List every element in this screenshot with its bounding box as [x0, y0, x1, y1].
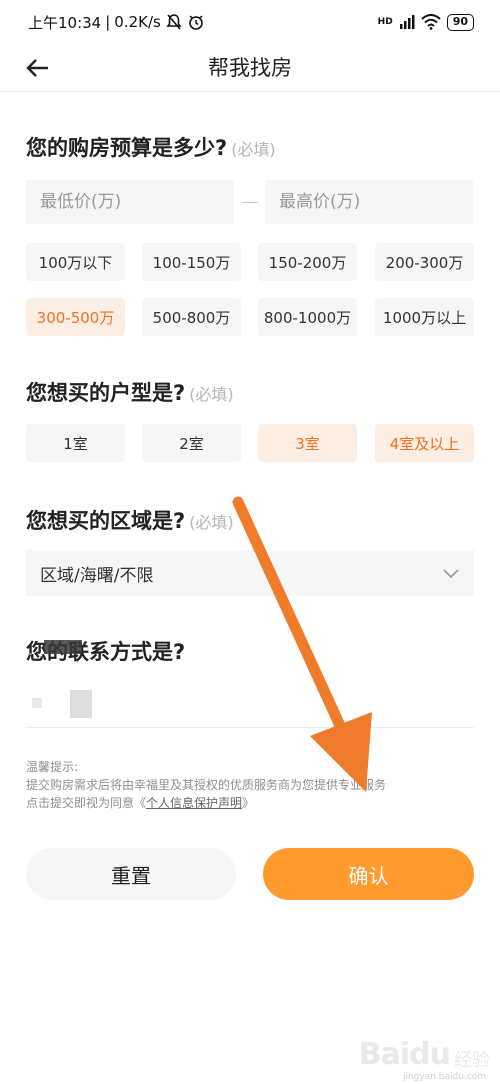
region-section-title: 您想买的区域是? (必填)	[26, 505, 234, 535]
page-title: 帮我找房	[208, 56, 292, 80]
battery-indicator: 90	[446, 13, 474, 31]
budget-option-150-200[interactable]: 150-200万	[258, 243, 357, 281]
baidu-jingyan-watermark: Baidu 经验	[359, 1037, 490, 1072]
tips-line-2-suffix: 》	[242, 796, 255, 810]
chevron-down-icon	[443, 569, 459, 579]
redacted-phone-start	[32, 698, 42, 708]
budget-required-label: (必填)	[231, 140, 276, 159]
status-time: 上午10:34	[28, 13, 102, 32]
min-price-input[interactable]	[26, 180, 234, 224]
confirm-button[interactable]: 确认	[263, 848, 474, 900]
signal-icon	[399, 15, 415, 29]
watermark-logo: Baidu	[358, 1037, 451, 1072]
room-option-3[interactable]: 3室	[258, 424, 357, 462]
status-left: 上午10:34 | 0.2K/s	[28, 12, 205, 33]
price-range-separator	[242, 202, 258, 203]
status-right: HD 90	[377, 13, 474, 31]
tips-heading: 温馨提示:	[26, 760, 79, 774]
room-type-title-text: 您想买的户型是?	[26, 381, 186, 405]
region-select[interactable]: 区域/海曙/不限	[26, 550, 474, 596]
watermark-url: jingyan.baidu.com	[402, 1072, 486, 1082]
tips-block: 温馨提示: 提交购房需求后将由幸福里及其授权的优质服务商为您提供专业服务 点击提…	[26, 758, 386, 812]
alarm-icon	[189, 15, 203, 30]
status-speed: 0.2K/s	[114, 13, 161, 31]
budget-option-200-300[interactable]: 200-300万	[375, 243, 474, 281]
region-required-label: (必填)	[189, 513, 234, 532]
watermark-text: 经验	[454, 1050, 490, 1071]
budget-option-under-100[interactable]: 100万以下	[26, 243, 125, 281]
budget-option-100-150[interactable]: 100-150万	[142, 243, 241, 281]
budget-option-500-800[interactable]: 500-800万	[142, 298, 241, 336]
room-option-4-plus[interactable]: 4室及以上	[375, 424, 474, 462]
tips-line-1: 提交购房需求后将由幸福里及其授权的优质服务商为您提供专业服务	[26, 778, 387, 792]
room-option-2[interactable]: 2室	[142, 424, 241, 462]
room-type-section-title: 您想买的户型是? (必填)	[26, 377, 234, 407]
status-bar: 上午10:34 | 0.2K/s HD 90	[0, 0, 500, 44]
privacy-statement-link[interactable]: 个人信息保护声明	[146, 796, 242, 810]
max-price-input[interactable]	[265, 180, 473, 224]
budget-option-800-1000[interactable]: 800-1000万	[258, 298, 357, 336]
room-option-1[interactable]: 1室	[26, 424, 125, 462]
redacted-mark	[44, 640, 82, 654]
wifi-icon	[421, 14, 441, 30]
budget-option-over-1000[interactable]: 1000万以上	[375, 298, 474, 336]
room-type-required-label: (必填)	[189, 385, 234, 404]
phone-input-field[interactable]	[26, 640, 474, 728]
mute-icon	[166, 14, 182, 30]
budget-title-text: 您的购房预算是多少?	[26, 136, 228, 160]
annotation-arrow	[232, 496, 372, 792]
network-label: HD	[377, 17, 393, 27]
tips-line-2-prefix: 点击提交即视为同意《	[26, 796, 147, 810]
region-selected-value: 区域/海曙/不限	[40, 565, 154, 586]
nav-bar: 帮我找房	[0, 44, 500, 92]
tips-line-2: 点击提交即视为同意《个人信息保护声明》	[26, 794, 386, 812]
reset-button[interactable]: 重置	[26, 848, 236, 900]
region-title-text: 您想买的区域是?	[26, 509, 186, 533]
budget-section-title: 您的购房预算是多少? (必填)	[26, 132, 276, 162]
redacted-phone-number	[70, 690, 92, 718]
budget-option-300-500[interactable]: 300-500万	[26, 298, 125, 336]
status-separator: |	[105, 13, 111, 31]
